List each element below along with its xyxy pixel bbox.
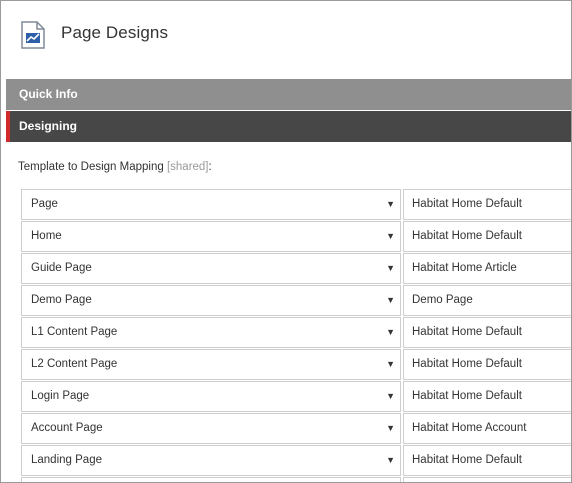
section-designing[interactable]: Designing xyxy=(6,111,571,142)
mapping-row-partial xyxy=(21,477,571,482)
dropdown-arrow-icon: ▼ xyxy=(386,359,395,369)
template-select[interactable]: Landing Page ▼ xyxy=(21,445,401,476)
mapping-row: Page ▼ Habitat Home Default xyxy=(21,189,571,220)
template-select-value: Login Page xyxy=(31,390,90,402)
template-select-value: Guide Page xyxy=(31,262,92,274)
mapping-row: Home ▼ Habitat Home Default xyxy=(21,221,571,252)
mapping-row: L2 Content Page ▼ Habitat Home Default xyxy=(21,349,571,380)
page-title: Page Designs xyxy=(61,23,169,42)
dropdown-arrow-icon: ▼ xyxy=(386,199,395,209)
mapping-row: Demo Page ▼ Demo Page xyxy=(21,285,571,316)
design-field-value: Demo Page xyxy=(412,294,473,306)
design-field-value: Habitat Home Default xyxy=(412,198,522,210)
design-field-value: Habitat Home Default xyxy=(412,230,522,242)
template-select[interactable]: Page ▼ xyxy=(21,189,401,220)
template-select[interactable]: Account Page ▼ xyxy=(21,413,401,444)
template-select[interactable]: Guide Page ▼ xyxy=(21,253,401,284)
dropdown-arrow-icon: ▼ xyxy=(386,295,395,305)
design-field-value: Habitat Home Default xyxy=(412,390,522,402)
mapping-row: Guide Page ▼ Habitat Home Article xyxy=(21,253,571,284)
shared-tag: [shared] xyxy=(166,161,209,173)
page-design-icon xyxy=(21,21,45,49)
mapping-row: Login Page ▼ Habitat Home Default xyxy=(21,381,571,412)
design-field[interactable]: Habitat Home Default xyxy=(403,317,571,348)
design-field-value: Habitat Home Default xyxy=(412,326,522,338)
template-select[interactable]: L2 Content Page ▼ xyxy=(21,349,401,380)
design-field[interactable] xyxy=(403,477,571,482)
page-header: Page Designs xyxy=(1,1,571,73)
template-select-value: L1 Content Page xyxy=(31,326,118,338)
design-field-value: Habitat Home Default xyxy=(412,358,522,370)
template-select[interactable]: Demo Page ▼ xyxy=(21,285,401,316)
design-field-value: Habitat Home Default xyxy=(412,454,522,466)
design-field[interactable]: Habitat Home Article xyxy=(403,253,571,284)
template-select-value: Account Page xyxy=(31,422,103,434)
template-select-value: Home xyxy=(31,230,62,242)
editor-panel: Page Designs Quick Info Designing Templa… xyxy=(0,0,572,483)
template-select-value: L2 Content Page xyxy=(31,358,118,370)
template-select[interactable] xyxy=(21,477,401,482)
design-field-value: Habitat Home Account xyxy=(412,422,527,434)
dropdown-arrow-icon: ▼ xyxy=(386,391,395,401)
field-label: Template to Design Mapping [shared]: xyxy=(18,161,212,173)
design-field[interactable]: Habitat Home Account xyxy=(403,413,571,444)
design-field[interactable]: Habitat Home Default xyxy=(403,381,571,412)
dropdown-arrow-icon: ▼ xyxy=(386,231,395,241)
template-select[interactable]: L1 Content Page ▼ xyxy=(21,317,401,348)
design-field[interactable]: Habitat Home Default xyxy=(403,349,571,380)
template-select-value: Page xyxy=(31,198,58,210)
section-quick-info[interactable]: Quick Info xyxy=(6,79,571,110)
template-select-value: Demo Page xyxy=(31,294,92,306)
template-select-value: Landing Page xyxy=(31,454,102,466)
design-field[interactable]: Habitat Home Default xyxy=(403,189,571,220)
design-field[interactable]: Habitat Home Default xyxy=(403,221,571,252)
dropdown-arrow-icon: ▼ xyxy=(386,455,395,465)
active-section-indicator xyxy=(6,111,10,142)
mapping-row: Account Page ▼ Habitat Home Account xyxy=(21,413,571,444)
dropdown-arrow-icon: ▼ xyxy=(386,263,395,273)
dropdown-arrow-icon: ▼ xyxy=(386,327,395,337)
design-field[interactable]: Demo Page xyxy=(403,285,571,316)
mapping-row: Landing Page ▼ Habitat Home Default xyxy=(21,445,571,476)
field-label-colon: : xyxy=(208,161,212,173)
dropdown-arrow-icon: ▼ xyxy=(386,423,395,433)
field-label-text: Template to Design Mapping xyxy=(18,161,164,173)
design-field-value: Habitat Home Article xyxy=(412,262,517,274)
template-select[interactable]: Home ▼ xyxy=(21,221,401,252)
design-field[interactable]: Habitat Home Default xyxy=(403,445,571,476)
template-select[interactable]: Login Page ▼ xyxy=(21,381,401,412)
mapping-row: L1 Content Page ▼ Habitat Home Default xyxy=(21,317,571,348)
